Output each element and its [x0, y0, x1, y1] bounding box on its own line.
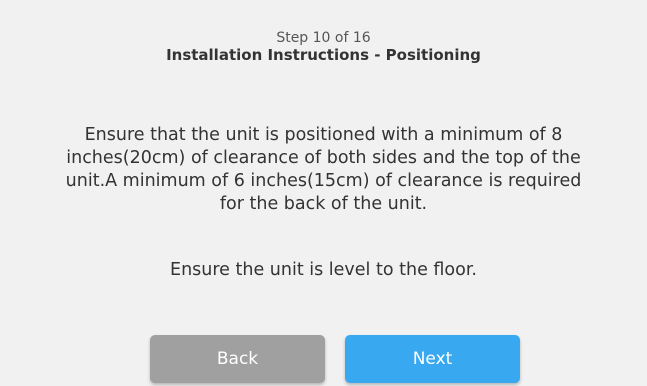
header: Step 10 of 16 Installation Instructions … — [0, 30, 647, 64]
instruction-text: Ensure that the unit is positioned with … — [65, 125, 582, 214]
back-button-label: Back — [216, 349, 259, 369]
installation-screen: Step 10 of 16 Installation Instructions … — [0, 0, 647, 386]
level-note-text: Ensure the unit is level to the floor. — [170, 260, 477, 280]
next-button[interactable]: Next — [345, 335, 520, 383]
next-button-label: Next — [412, 349, 453, 369]
back-button[interactable]: Back — [150, 335, 325, 383]
page-title: Installation Instructions - Positioning — [166, 46, 481, 64]
step-indicator: Step 10 of 16 — [276, 30, 371, 46]
